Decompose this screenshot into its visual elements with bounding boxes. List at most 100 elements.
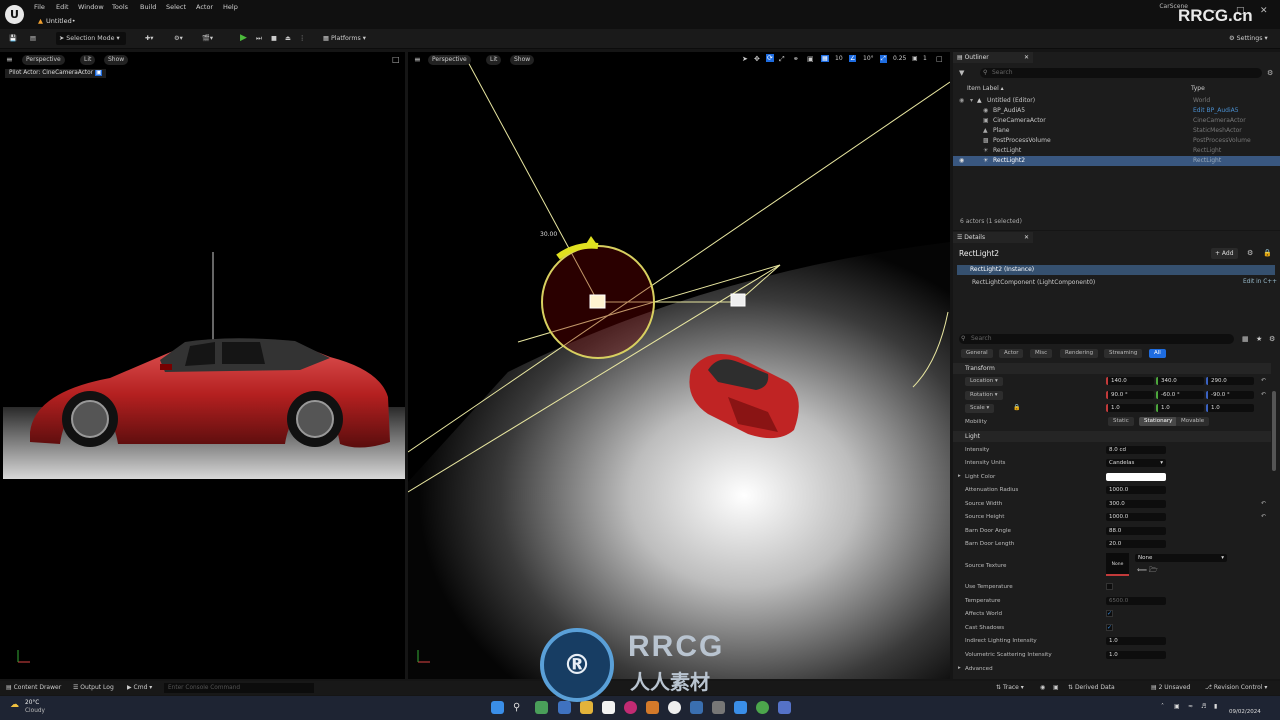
use-temperature-checkbox[interactable] bbox=[1106, 583, 1113, 590]
selection-mode-dropdown[interactable]: ➤ Selection Mode ▾ bbox=[56, 32, 126, 45]
location-z[interactable]: 290.0 bbox=[1206, 377, 1254, 385]
settings-button[interactable]: ⚙ Settings ▾ bbox=[1226, 32, 1271, 45]
content-drawer-button[interactable]: ▤ Content Drawer bbox=[6, 684, 61, 691]
unsaved-button[interactable]: ▤ 2 Unsaved bbox=[1151, 684, 1190, 691]
outliner-search-input[interactable]: Search bbox=[980, 68, 1262, 78]
outliner-row-cinecamera[interactable]: ▣ CineCameraActor CineCameraActor bbox=[953, 116, 1280, 126]
intensity-units-dropdown[interactable]: Candelas ▾ bbox=[1106, 459, 1166, 467]
visibility-icon[interactable]: ◉ bbox=[959, 96, 964, 106]
lit-button-right[interactable]: Lit bbox=[486, 55, 502, 65]
console-command-input[interactable]: Enter Console Command bbox=[164, 683, 314, 693]
derived-data-button[interactable]: ⇅ Derived Data bbox=[1068, 684, 1115, 691]
reset-source-width-icon[interactable]: ↶ bbox=[1261, 500, 1266, 507]
temperature-field[interactable]: 6500.0 bbox=[1106, 597, 1166, 605]
level-tab[interactable]: ▲ Untitled• bbox=[32, 15, 82, 27]
menu-window[interactable]: Window bbox=[78, 3, 104, 11]
rect-light-icon-1[interactable] bbox=[589, 294, 606, 309]
unreal-taskbar-icon[interactable] bbox=[668, 701, 681, 714]
close-icon[interactable]: ✕ bbox=[1260, 6, 1268, 16]
filter-icon[interactable]: ▼ bbox=[959, 69, 964, 77]
transform-category[interactable]: Transform bbox=[953, 363, 1271, 374]
reset-source-height-icon[interactable]: ↶ bbox=[1261, 513, 1266, 520]
actor-name[interactable]: RectLight2 bbox=[959, 249, 999, 258]
menu-build[interactable]: Build bbox=[140, 3, 156, 11]
play-options-icon[interactable]: ⋮ bbox=[296, 32, 308, 45]
indirect-lighting-field[interactable]: 1.0 bbox=[1106, 637, 1166, 645]
edit-in-cpp-link[interactable]: Edit in C++ bbox=[1243, 279, 1277, 285]
filter-general[interactable]: General bbox=[961, 349, 993, 358]
outliner-close-icon[interactable]: ✕ bbox=[1024, 52, 1029, 63]
grid-snap-icon[interactable]: ▦ bbox=[821, 55, 829, 62]
menu-actor[interactable]: Actor bbox=[196, 3, 213, 11]
show-button-right[interactable]: Show bbox=[510, 55, 535, 65]
record-icon[interactable]: ◉ bbox=[1040, 684, 1045, 691]
menu-edit[interactable]: Edit bbox=[56, 3, 69, 11]
add-actor-icon[interactable]: ✚▾ bbox=[142, 32, 156, 45]
outliner-row-world[interactable]: ◉ ▾ ▲ Untitled (Editor) World bbox=[953, 96, 1280, 106]
barn-door-angle-field[interactable]: 88.0 bbox=[1106, 527, 1166, 535]
volume-icon[interactable]: ♬ bbox=[1201, 703, 1206, 710]
source-texture-thumbnail[interactable]: None bbox=[1106, 553, 1129, 576]
light-color-swatch[interactable] bbox=[1106, 473, 1166, 481]
weather-text[interactable]: Cloudy bbox=[25, 708, 45, 714]
save-icon[interactable]: 💾 bbox=[6, 32, 20, 45]
start-icon[interactable] bbox=[491, 701, 504, 714]
blueprint-icon[interactable]: ⚙▾ bbox=[171, 32, 186, 45]
blender-icon[interactable] bbox=[646, 701, 659, 714]
edit-blueprint-link[interactable]: Edit BP_AudiA5 bbox=[1193, 106, 1239, 116]
network-icon[interactable]: ≈ bbox=[1188, 703, 1193, 710]
viewport-menu-icon-right[interactable]: ≡ bbox=[414, 55, 421, 64]
platforms-dropdown[interactable]: ▦ Platforms ▾ bbox=[320, 32, 369, 45]
grid-snap-value[interactable]: 10 bbox=[835, 55, 843, 62]
weather-temp[interactable]: 20°C bbox=[25, 700, 39, 706]
expand-advanced-icon[interactable]: ▸ bbox=[958, 665, 961, 671]
details-tab[interactable]: ☰ Details ✕ bbox=[953, 232, 1033, 243]
affects-world-checkbox[interactable]: ✓ bbox=[1106, 610, 1113, 617]
viewport-left[interactable]: ≡ Perspective Lit Show □ Pilot Actor: Ci… bbox=[0, 52, 405, 679]
rect-light-icon-2[interactable] bbox=[730, 293, 746, 307]
revision-control-button[interactable]: ⎇ Revision Control ▾ bbox=[1205, 684, 1267, 691]
cmd-dropdown[interactable]: ▶ Cmd ▾ bbox=[127, 684, 152, 691]
content-browser-icon[interactable]: ▤ bbox=[27, 32, 39, 45]
perspective-button-right[interactable]: Perspective bbox=[428, 55, 471, 65]
details-close-icon[interactable]: ✕ bbox=[1024, 232, 1029, 243]
battery-icon[interactable]: ▮ bbox=[1214, 703, 1217, 710]
rect-light-component-row[interactable]: RectLightComponent (LightComponent0) bbox=[972, 279, 1095, 286]
store-icon[interactable] bbox=[602, 701, 615, 714]
outliner-row-rectlight2[interactable]: ◉ ☀ RectLight2 RectLight bbox=[953, 156, 1280, 166]
outliner-row-bp-audia5[interactable]: ◉ BP_AudiA5 Edit BP_AudiA5 bbox=[953, 106, 1280, 116]
camera-speed-icon[interactable]: ▣ bbox=[912, 55, 918, 62]
details-settings-icon[interactable]: ⚙ bbox=[1269, 335, 1275, 343]
tray-app-icon[interactable]: ▣ bbox=[1174, 703, 1180, 710]
filter-misc[interactable]: Misc bbox=[1030, 349, 1053, 358]
location-x[interactable]: 140.0 bbox=[1106, 377, 1154, 385]
attenuation-field[interactable]: 1000.0 bbox=[1106, 486, 1166, 494]
camera-speed-value[interactable]: 1 bbox=[923, 55, 927, 62]
cinematics-icon[interactable]: 🎬▾ bbox=[199, 32, 216, 45]
scale-y[interactable]: 1.0 bbox=[1156, 404, 1204, 412]
filter-streaming[interactable]: Streaming bbox=[1104, 349, 1143, 358]
file-explorer-icon[interactable] bbox=[580, 701, 593, 714]
location-dropdown[interactable]: Location ▾ bbox=[965, 377, 1003, 386]
details-scrollbar[interactable] bbox=[1272, 391, 1276, 471]
menu-help[interactable]: Help bbox=[223, 3, 238, 11]
opera-icon[interactable] bbox=[624, 701, 637, 714]
rotation-y[interactable]: -60.0 ° bbox=[1156, 391, 1204, 399]
output-log-button[interactable]: ☰ Output Log bbox=[73, 684, 114, 691]
unreal-logo-icon[interactable]: U bbox=[5, 5, 24, 24]
steam-icon[interactable] bbox=[690, 701, 703, 714]
visibility-icon[interactable]: ◉ bbox=[959, 156, 964, 166]
source-width-field[interactable]: 300.0 bbox=[1106, 500, 1166, 508]
use-selected-asset-icon[interactable]: ⟸ bbox=[1137, 566, 1147, 574]
browse-asset-icon[interactable]: 🗁 bbox=[1149, 566, 1158, 577]
item-label-column-header[interactable]: Item Label ▴ bbox=[967, 85, 1004, 92]
mobility-stationary[interactable]: Stationary bbox=[1139, 417, 1178, 426]
source-texture-dropdown[interactable]: None ▾ bbox=[1135, 554, 1227, 562]
source-height-field[interactable]: 1000.0 bbox=[1106, 513, 1166, 521]
app-icon-2[interactable] bbox=[734, 701, 747, 714]
light-category[interactable]: Light bbox=[953, 431, 1271, 442]
lock-icon[interactable]: 🔒 bbox=[1263, 249, 1272, 257]
volumetric-scattering-field[interactable]: 1.0 bbox=[1106, 651, 1166, 659]
app-icon-3[interactable] bbox=[756, 701, 769, 714]
intensity-field[interactable]: 8.0 cd bbox=[1106, 446, 1166, 454]
